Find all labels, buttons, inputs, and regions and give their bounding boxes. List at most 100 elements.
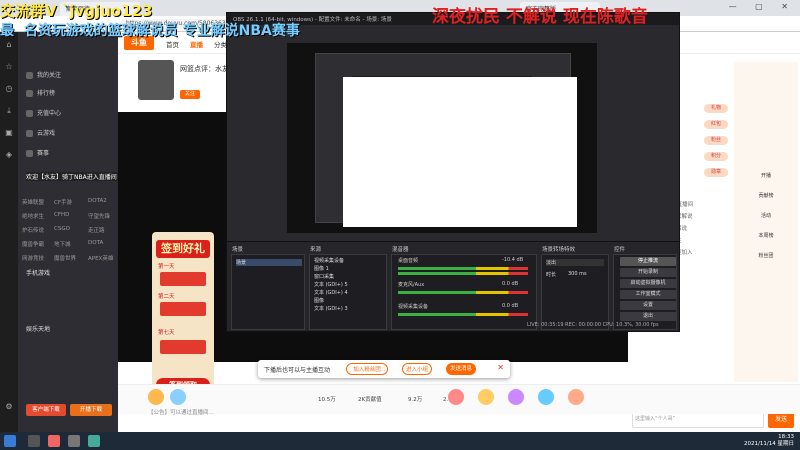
chat-tag[interactable]: 礼物 [704,104,728,113]
nav-live[interactable]: 直播 [190,39,203,49]
bag-icon[interactable]: ▣ [4,128,14,138]
app-rail: ⌂ ☆ ◷ ⤓ ▣ ◈ ⚙ [0,32,18,432]
download-icon[interactable]: ⤓ [4,106,14,116]
category-link[interactable]: DOTA [88,240,103,246]
source-item[interactable]: 图像 1 [314,265,384,272]
overlay-text-intro: 最 名资玩游戏的篮球解说员 专业解说NBA赛事 [0,23,300,39]
gift-icon[interactable] [448,389,464,405]
join-fans-button[interactable]: 加入粉丝团 [346,363,388,375]
gift-icon[interactable] [478,389,494,405]
rank-item[interactable]: 活动 [740,212,792,228]
obs-icon[interactable] [68,435,80,447]
chat-tag[interactable]: 粉丝 [704,136,728,145]
close-icon[interactable]: ✕ [497,363,504,372]
gift-icon[interactable] [568,389,584,405]
browser-icon[interactable] [48,435,60,447]
promo-day: 第二天 [158,294,175,300]
home-icon[interactable]: ⌂ [4,40,14,50]
follow-button[interactable]: 关注 [180,90,200,99]
gift-icon[interactable] [508,389,524,405]
sidebar-item-rank[interactable]: 排行榜 [26,88,55,97]
sidebar-item-cloudgame[interactable]: 云游戏 [26,128,55,137]
nav-home[interactable]: 首页 [166,39,179,49]
chat-tag[interactable]: 积分 [704,152,728,161]
source-item[interactable]: 文本 (GDI+) 5 [314,281,384,288]
chat-tag[interactable]: 勋章 [704,168,728,177]
studio-mode-button[interactable]: 工作室模式 [620,290,676,299]
category-link[interactable]: CF手游 [54,198,72,206]
sidebar-item-match[interactable]: 赛事 [26,148,49,157]
stat-value: 9.2万 [408,397,423,403]
obs-status-bar: LIVE: 00:35:19 REC: 00:00:00 CPU: 10.3%,… [527,322,659,328]
gift-icon[interactable] [538,389,554,405]
category-link[interactable]: 魔兽争霸 [22,240,44,248]
category-link[interactable]: APEX英雄 [88,254,113,262]
mixer-channel-label: 桌面音频 [398,258,419,264]
announcement: 【公告】可以通过直播间... [148,410,214,416]
source-item[interactable]: 文本 (GDI+) 3 [314,305,384,312]
overlay-text-status: 深夜扰民 不解说 现在陈歌音 [432,7,648,27]
transition-select[interactable]: 淡出 [546,259,604,266]
toast-text: 下播后也可以与主播互动 [264,367,331,374]
category-link[interactable]: 炉石传说 [22,226,44,234]
mixer-db: 0.0 dB [502,281,519,287]
sidebar-item-recharge[interactable]: 充值中心 [26,108,61,117]
rank-panel: 开播 贡献榜 活动 本周榜 粉丝团 [734,62,798,382]
wallet-icon [26,110,33,117]
source-item[interactable]: 视频采集设备 [314,257,384,264]
category-link[interactable]: CFHD [54,212,69,218]
gift-icon[interactable] [170,389,186,405]
source-item[interactable]: 窗口采集 [314,273,384,280]
category-link[interactable]: 网游竞技 [22,254,44,262]
category-link[interactable]: DOTA2 [88,198,107,204]
client-download-button[interactable]: 客户端下载 [26,404,66,416]
scenes-dock: 场景 场景 [231,247,305,330]
windows-start-icon[interactable] [4,435,16,447]
section-title-entertainment: 娱乐天地 [26,326,51,333]
chat-input[interactable]: 这里输入“个人哥” [632,412,764,428]
settings-icon[interactable]: ⚙ [4,402,14,412]
category-link[interactable]: 地下城 [54,240,71,248]
start-recording-button[interactable]: 开始录制 [620,268,676,277]
system-clock[interactable]: 18:33 2021/11/14 星期日 [744,434,794,448]
heart-icon [26,72,33,79]
app-icon[interactable] [88,435,100,447]
category-link[interactable]: CSGO [54,226,70,232]
window-controls[interactable]: — ▢ ✕ [729,2,796,11]
douyu-sidebar: 我的关注 排行榜 充值中心 云游戏 赛事 欢迎【水友】骑丁NBA进入直播间 英雄… [18,32,118,432]
settings-button[interactable]: 设置 [620,301,676,310]
game-icon[interactable]: ◈ [4,150,14,160]
rank-item[interactable]: 粉丝团 [740,252,792,268]
rank-item[interactable]: 本周榜 [740,232,792,248]
mixer-db: -10.4 dB [502,257,524,263]
checkin-promo[interactable]: 签到好礼 第一天 第二天 第七天 签到领取 [152,232,214,400]
search-icon[interactable] [28,435,40,447]
category-link[interactable]: 英雄联盟 [22,198,44,206]
obs-window[interactable]: OBS 26.1.1 (64-bit, windows) - 配置文件: 未命名… [226,12,680,332]
source-item[interactable]: 文本 (GDI+) 4 [314,289,384,296]
stream-download-button[interactable]: 开播下载 [70,404,112,416]
gift-box-icon [160,340,206,354]
join-group-button[interactable]: 进入小组 [402,363,432,375]
chat-tag[interactable]: 红包 [704,120,728,129]
source-item[interactable]: 图像 [314,297,384,304]
cup-icon [26,150,33,157]
scene-item[interactable]: 场景 [236,259,302,266]
exit-button[interactable]: 退出 [620,312,676,321]
history-icon[interactable]: ◷ [4,84,14,94]
rank-item[interactable]: 开播 [740,172,792,188]
avatar[interactable] [138,60,174,100]
virtual-camera-button[interactable]: 启动虚拟摄像机 [620,279,676,288]
category-link[interactable]: 守望先锋 [88,212,110,220]
sidebar-item-follow[interactable]: 我的关注 [26,70,61,79]
star-icon[interactable]: ☆ [4,62,14,72]
stop-streaming-button[interactable]: 停止推流 [620,257,676,266]
category-link[interactable]: 绝地求生 [22,212,44,220]
category-link[interactable]: 魔兽世界 [54,254,76,262]
category-link[interactable]: 走正路 [88,226,105,234]
mixer-db: 0.0 dB [502,303,519,309]
gift-icon[interactable] [148,389,164,405]
send-button[interactable]: 发送 [768,412,794,428]
rank-item[interactable]: 贡献榜 [740,192,792,208]
send-message-button[interactable]: 发送消息 [446,363,476,375]
